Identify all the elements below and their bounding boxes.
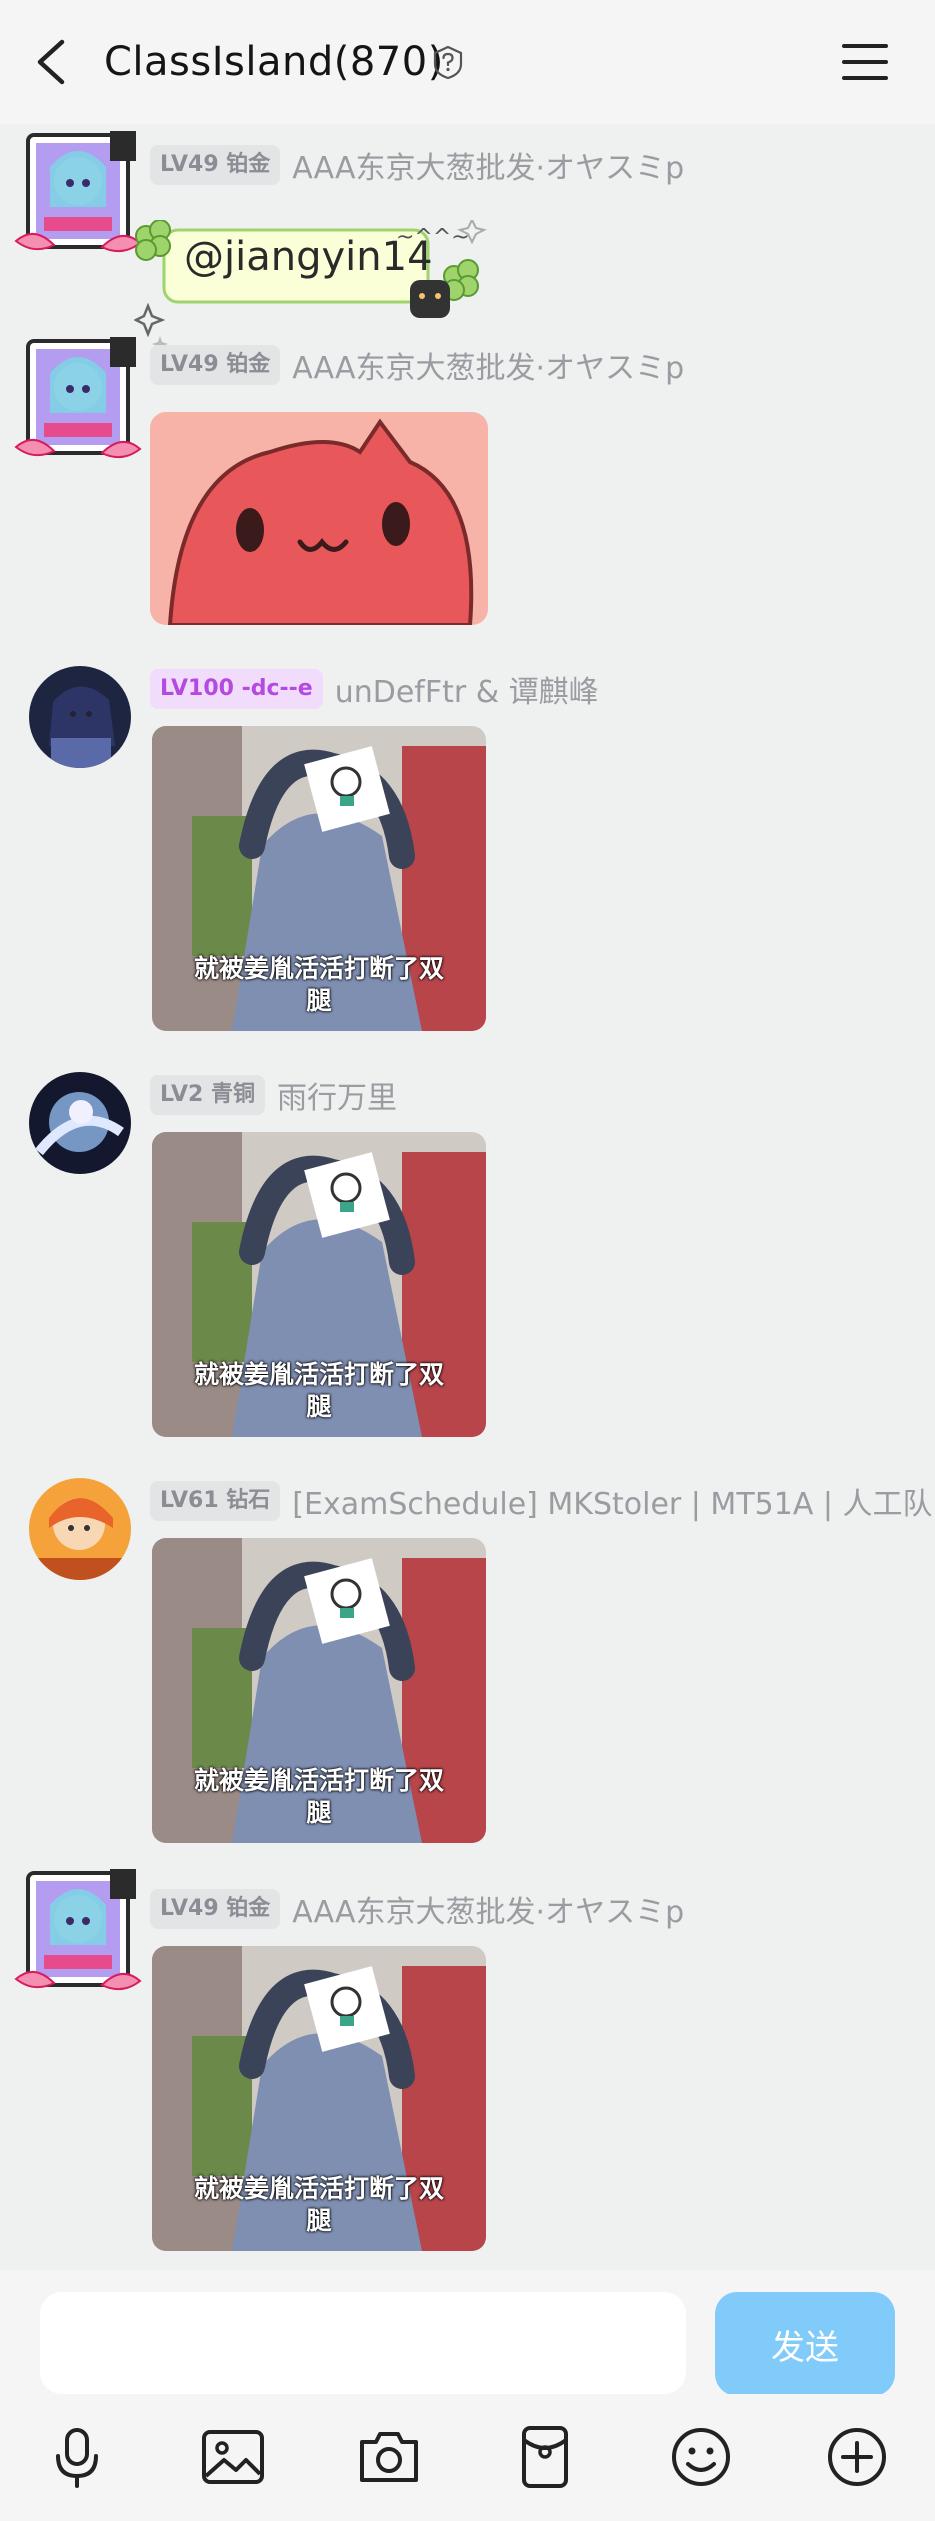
avatar[interactable] bbox=[29, 666, 131, 768]
header: ClassIsland(870) bbox=[0, 0, 935, 124]
mention-text[interactable]: @jiangyin14 bbox=[184, 232, 433, 282]
back-arrow-icon bbox=[37, 39, 65, 85]
sender-name[interactable]: [ExamSchedule] MKStoler | MT51A | 人工队 bbox=[292, 1479, 932, 1523]
level-badge: LV2 青铜 bbox=[150, 1075, 265, 1115]
message-list[interactable]: LV49 铂金 AAA东京大葱批发·オヤスミp ~^^~ @jiangyin14… bbox=[0, 124, 935, 2270]
image-message[interactable]: 就被姜胤活活打断了双 腿 bbox=[152, 1946, 486, 2251]
image-caption: 就被姜胤活活打断了双 bbox=[193, 1360, 444, 1389]
avatar[interactable] bbox=[29, 1478, 131, 1580]
hamburger-menu-icon bbox=[842, 44, 888, 80]
image-caption: 就被姜胤活活打断了双 bbox=[193, 954, 444, 983]
sender-name[interactable]: AAA东京大葱批发·オヤスミp bbox=[292, 1887, 684, 1931]
image-caption: 腿 bbox=[306, 1392, 332, 1421]
level-badge: LV61 钻石 bbox=[150, 1481, 281, 1521]
sender-name[interactable]: AAA东京大葱批发·オヤスミp bbox=[292, 143, 684, 187]
image-caption: 腿 bbox=[306, 2206, 332, 2235]
page-title: ClassIsland(870) bbox=[104, 39, 444, 85]
image-caption: 就被姜胤活活打断了双 bbox=[193, 2174, 444, 2203]
sender-name[interactable]: unDefFtr & 谭麒峰 bbox=[335, 667, 599, 711]
message-meta: LV100 -dc--e unDefFtr & 谭麒峰 bbox=[150, 668, 599, 710]
message-meta: LV49 铂金 AAA东京大葱批发·オヤスミp bbox=[150, 344, 684, 386]
image-message[interactable]: 就被姜胤活活打断了双 腿 bbox=[152, 1538, 486, 1843]
image-message[interactable]: 就被姜胤活活打断了双 腿 bbox=[152, 726, 486, 1031]
sender-name[interactable]: AAA东京大葱批发·オヤスミp bbox=[292, 343, 684, 387]
message-meta: LV49 铂金 AAA东京大葱批发·オヤスミp bbox=[150, 144, 684, 186]
avatar[interactable] bbox=[14, 335, 142, 465]
image-icon[interactable] bbox=[198, 2422, 268, 2492]
chat-screen: ClassIsland(870) LV49 铂金 AAA东京大葱批发·オヤスミp… bbox=[0, 0, 935, 2521]
back-button[interactable] bbox=[26, 34, 82, 90]
level-badge: LV49 铂金 bbox=[150, 1889, 281, 1929]
image-caption: 腿 bbox=[306, 986, 332, 1015]
microphone-icon[interactable] bbox=[42, 2422, 112, 2492]
image-message[interactable] bbox=[150, 412, 488, 625]
avatar[interactable] bbox=[29, 1072, 131, 1174]
level-badge: LV49 铂金 bbox=[150, 145, 281, 185]
message-input[interactable] bbox=[40, 2292, 686, 2394]
toolbar bbox=[0, 2394, 935, 2521]
composer: 发送 bbox=[0, 2270, 935, 2396]
menu-button[interactable] bbox=[838, 36, 892, 88]
plus-icon[interactable] bbox=[822, 2422, 892, 2492]
message-meta: LV49 铂金 AAA东京大葱批发·オヤスミp bbox=[150, 1888, 684, 1930]
avatar[interactable] bbox=[14, 1867, 142, 1997]
send-button[interactable]: 发送 bbox=[715, 2292, 895, 2396]
image-message[interactable]: 就被姜胤活活打断了双 腿 bbox=[152, 1132, 486, 1437]
camera-icon[interactable] bbox=[354, 2422, 424, 2492]
emoji-icon[interactable] bbox=[666, 2422, 736, 2492]
message-meta: LV61 钻石 [ExamSchedule] MKStoler | MT51A … bbox=[150, 1480, 933, 1522]
image-caption: 腿 bbox=[306, 1798, 332, 1827]
level-badge: LV49 铂金 bbox=[150, 345, 281, 385]
message-meta: LV2 青铜 雨行万里 bbox=[150, 1074, 397, 1116]
image-caption: 就被姜胤活活打断了双 bbox=[193, 1766, 444, 1795]
level-badge: LV100 -dc--e bbox=[150, 669, 323, 709]
question-badge-icon[interactable] bbox=[430, 44, 466, 80]
sender-name[interactable]: 雨行万里 bbox=[277, 1073, 397, 1117]
avatar[interactable] bbox=[14, 129, 142, 259]
red-packet-icon[interactable] bbox=[510, 2422, 580, 2492]
